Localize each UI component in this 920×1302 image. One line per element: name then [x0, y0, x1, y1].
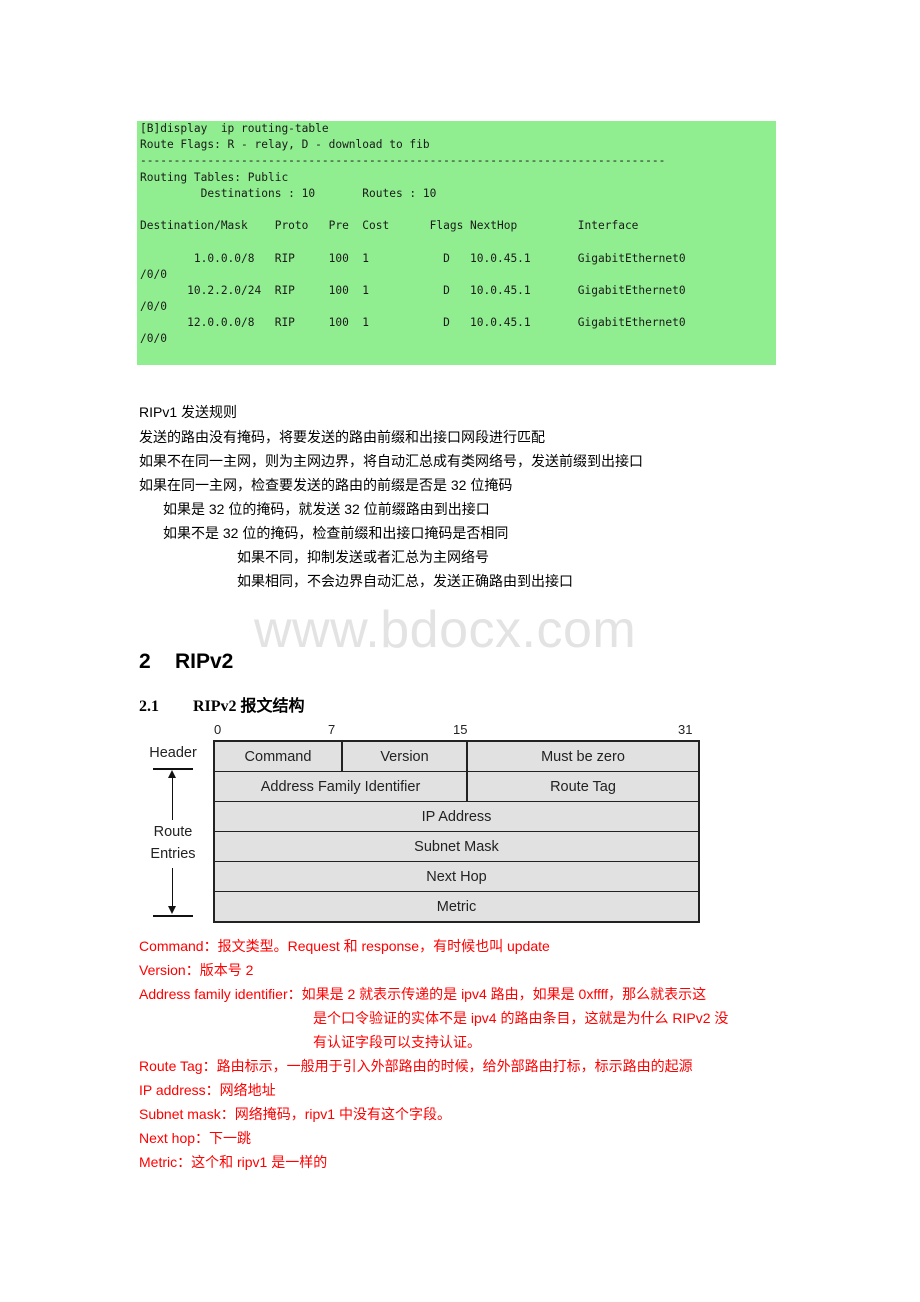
field-desc-ip-address: IP address：网络地址	[139, 1082, 276, 1098]
subsection-number: 2.1	[139, 698, 159, 715]
packet-row: IP Address	[214, 802, 699, 832]
packet-row: Subnet Mask	[214, 832, 699, 862]
rule-item: 如果相同，不会边界自动汇总，发送正确路由到出接口	[237, 573, 573, 589]
field-ip-address: IP Address	[421, 808, 492, 825]
bit-label: 15	[453, 722, 468, 737]
rule-item: 如果是 32 位的掩码，就发送 32 位前缀路由到出接口	[163, 501, 490, 517]
packet-row: Next Hop	[214, 862, 699, 892]
field-afi: Address Family Identifier	[215, 772, 468, 801]
field-desc-subnet-mask: Subnet mask：网络掩码，ripv1 中没有这个字段。	[139, 1106, 451, 1122]
entries-label-entries: Entries	[150, 846, 196, 862]
entries-label-route: Route	[153, 824, 193, 840]
field-desc-version: Version：版本号 2	[139, 962, 254, 978]
field-version: Version	[343, 742, 468, 771]
packet-row: Address Family Identifier Route Tag	[214, 772, 699, 802]
rule-item: 如果在同一主网，检查要发送的路由的前缀是否是 32 位掩码	[139, 477, 513, 493]
watermark: www.bdocx.com	[254, 601, 637, 659]
packet-row: Metric	[214, 892, 699, 923]
terminal-line: Route Flags: R - relay, D - download to …	[140, 138, 430, 152]
terminal-line: ----------------------------------------…	[140, 154, 666, 168]
subsection-title: RIPv2 报文结构	[193, 698, 305, 715]
terminal-line: 12.0.0.0/8 RIP 100 1 D 10.0.45.1 Gigabit…	[140, 316, 686, 330]
field-desc-metric: Metric：这个和 ripv1 是一样的	[139, 1154, 328, 1170]
packet-row-header: Command Version Must be zero	[214, 740, 699, 772]
field-route-tag: Route Tag	[550, 778, 616, 795]
bit-label: 0	[214, 722, 222, 737]
bracket-line-upper	[172, 776, 173, 820]
arrow-down-icon	[168, 906, 176, 914]
terminal-line: /0/0	[140, 267, 167, 281]
field-next-hop: Next Hop	[426, 868, 487, 885]
rule-item: 发送的路由没有掩码，将要发送的路由前缀和出接口网段进行匹配	[139, 429, 545, 445]
field-must-be-zero: Must be zero	[541, 748, 625, 765]
field-desc-next-hop: Next hop：下一跳	[139, 1130, 252, 1146]
terminal-line: /0/0	[140, 332, 167, 346]
field-command: Command	[215, 742, 343, 771]
section-number: 2	[139, 650, 151, 673]
field-desc-command: Command：报文类型。Request 和 response，有时候也叫 up…	[139, 938, 550, 954]
packet-fields: Command Version Must be zero Address Fam…	[213, 740, 700, 923]
rules-title: RIPv1 发送规则	[139, 404, 238, 420]
subsection-heading: 2.1 RIPv2 报文结构	[139, 692, 305, 716]
routing-table-output: [B]display ip routing-table Route Flags: …	[137, 121, 776, 365]
bit-label: 31	[678, 722, 693, 737]
terminal-line: Destinations : 10 Routes : 10	[140, 186, 437, 200]
rule-item: 如果不是 32 位的掩码，检查前缀和出接口掩码是否相同	[163, 525, 509, 541]
section-title: RIPv2	[175, 650, 234, 673]
field-metric: Metric	[436, 898, 477, 915]
terminal-text: [B]display ip routing-table Route Flags: …	[137, 121, 776, 348]
terminal-line: 1.0.0.0/8 RIP 100 1 D 10.0.45.1 GigabitE…	[140, 251, 686, 265]
field-desc-afi-cont: 有认证字段可以支持认证。	[313, 1034, 481, 1050]
field-desc-afi-cont: 是个口令验证的实体不是 ipv4 的路由条目，这就是为什么 RIPv2 没	[313, 1010, 729, 1026]
rule-item: 如果不同，抑制发送或者汇总为主网络号	[237, 549, 489, 565]
field-subnet-mask: Subnet Mask	[414, 838, 499, 855]
bit-label: 7	[328, 722, 336, 737]
terminal-line: Destination/Mask Proto Pre Cost Flags Ne…	[140, 219, 639, 233]
header-label: Header	[149, 745, 197, 761]
terminal-line: Routing Tables: Public	[140, 170, 289, 184]
field-desc-afi: Address family identifier：如果是 2 就表示传递的是 …	[139, 986, 707, 1002]
terminal-line: /0/0	[140, 300, 167, 314]
terminal-line: [B]display ip routing-table	[140, 122, 329, 135]
entries-bracket-line	[153, 915, 193, 917]
rule-item: 如果不在同一主网，则为主网边界，将自动汇总成有类网络号，发送前缀到出接口	[139, 453, 643, 469]
bracket-line-lower	[172, 868, 173, 908]
terminal-line: 10.2.2.0/24 RIP 100 1 D 10.0.45.1 Gigabi…	[140, 283, 686, 297]
field-desc-route-tag: Route Tag：路由标示，一般用于引入外部路由的时候，给外部路由打标，标示路…	[139, 1058, 693, 1074]
section-heading: 2 RIPv2	[139, 650, 233, 674]
